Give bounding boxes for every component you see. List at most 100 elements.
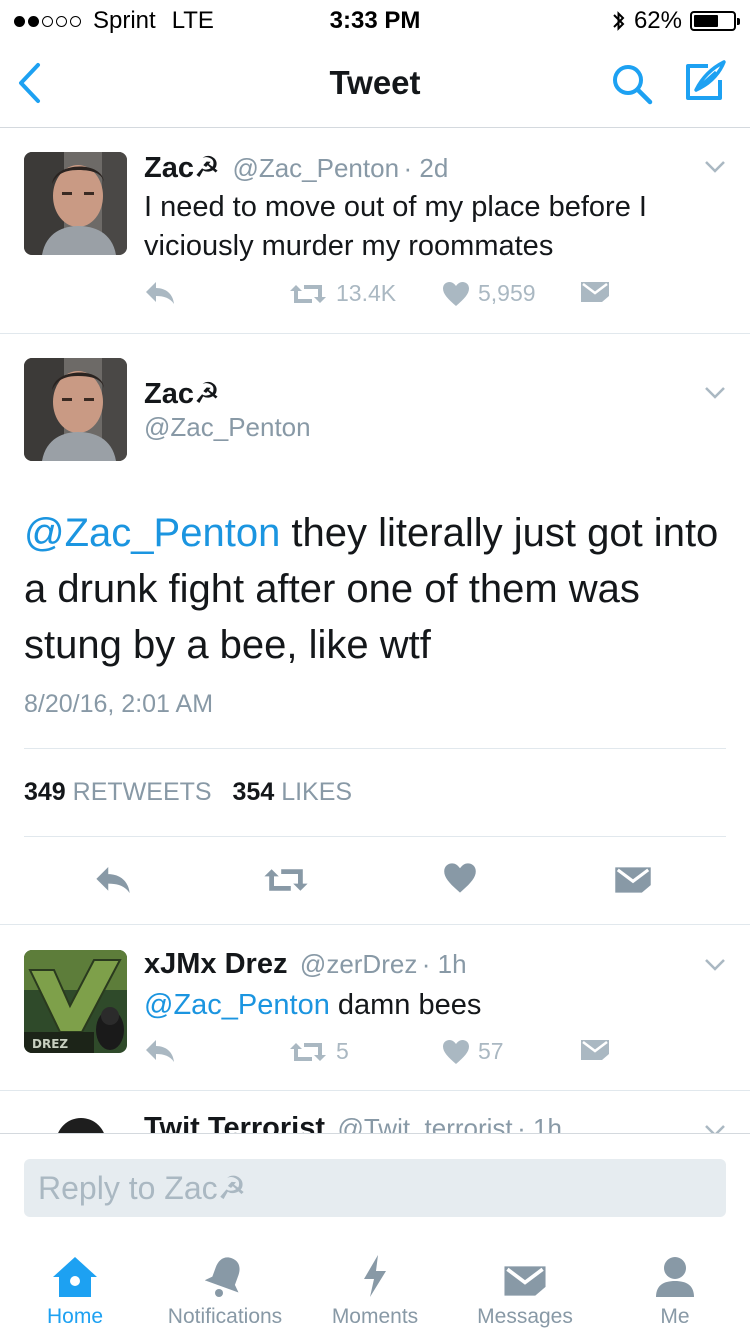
tweet-age: · 1h	[421, 949, 467, 979]
reply-button[interactable]	[144, 1038, 176, 1064]
author-name[interactable]: Twit Terrorist	[144, 1112, 325, 1133]
tweet-reply[interactable]: DREZ xJMx Drez @zerDrez · 1h @Zac_Penton…	[0, 948, 750, 1090]
chevron-down-icon[interactable]	[704, 1124, 726, 1133]
like-count: 57	[478, 1038, 504, 1064]
divider	[24, 748, 726, 749]
tweet-header: xJMx Drez @zerDrez · 1h	[144, 948, 467, 981]
tab-label: Home	[46, 1305, 104, 1328]
chevron-down-icon[interactable]	[704, 160, 726, 174]
retweet-icon	[290, 1042, 326, 1061]
bell-icon	[205, 1257, 240, 1297]
direct-message-button[interactable]	[580, 1038, 610, 1062]
avatar[interactable]: DREZ	[24, 950, 127, 1053]
reply-icon[interactable]	[94, 864, 132, 896]
direct-message-button[interactable]	[580, 280, 610, 304]
retweet-icon	[290, 284, 326, 303]
reply-input[interactable]	[24, 1159, 726, 1217]
search-icon[interactable]	[610, 62, 654, 106]
divider	[0, 1090, 750, 1091]
retweet-count: 13.4K	[336, 280, 397, 306]
divider	[24, 836, 726, 837]
tweet-reply-partial[interactable]: Twit Terrorist @Twit_terrorist · 1h	[0, 1108, 750, 1133]
envelope-icon[interactable]	[614, 864, 652, 896]
retweet-button[interactable]: 13.4K	[288, 280, 396, 307]
likes-count: 354	[232, 778, 275, 806]
reply-icon	[146, 282, 174, 304]
reply-icon	[146, 1040, 174, 1062]
home-icon	[53, 1257, 97, 1297]
reply-bar	[0, 1133, 750, 1233]
tweet-detail-actions	[0, 858, 750, 902]
battery-percent: 62%	[633, 7, 682, 34]
divider	[0, 924, 750, 925]
avatar-photo-icon	[24, 358, 127, 461]
tab-me[interactable]: Me	[600, 1251, 750, 1329]
tweet-actions: 5 57	[144, 1038, 644, 1072]
divider	[0, 333, 750, 334]
heart-icon	[443, 281, 469, 306]
author-name[interactable]: Zac☭	[144, 376, 220, 411]
lightning-icon	[364, 1255, 386, 1297]
avatar[interactable]	[56, 1118, 106, 1133]
tweet-detail-header: Zac☭ @Zac_Penton	[0, 356, 750, 461]
heart-icon[interactable]	[443, 862, 477, 894]
heart-icon	[443, 1039, 469, 1064]
retweets-label: RETWEETS	[72, 778, 212, 806]
person-icon	[656, 1257, 694, 1297]
nav-bar: Tweet	[0, 40, 750, 128]
chevron-down-icon[interactable]	[704, 386, 726, 400]
retweet-icon[interactable]	[262, 864, 310, 896]
tab-messages[interactable]: Messages	[450, 1251, 600, 1329]
tab-label: Moments	[331, 1305, 419, 1328]
retweet-button[interactable]: 5	[288, 1038, 349, 1065]
retweet-count: 5	[336, 1038, 349, 1064]
tweet-actions: 13.4K 5,959	[144, 280, 644, 314]
tweet-detail-text: @Zac_Penton they literally just got into…	[24, 505, 724, 673]
avatar[interactable]	[24, 358, 127, 461]
tab-label: Me	[660, 1305, 690, 1328]
author-handle[interactable]: @zerDrez	[300, 949, 417, 979]
mention-link[interactable]: @Zac_Penton	[144, 989, 330, 1021]
tweet-timestamp: 8/20/16, 2:01 AM	[24, 690, 214, 718]
envelope-icon	[504, 1266, 546, 1296]
like-button[interactable]: 57	[442, 1038, 504, 1065]
avatar-photo-icon	[24, 152, 127, 255]
like-count: 5,959	[478, 280, 536, 306]
mention-link[interactable]: @Zac_Penton	[24, 511, 280, 555]
tweet-header: Twit Terrorist @Twit_terrorist · 1h	[144, 1112, 562, 1133]
retweets-stat[interactable]: 349 RETWEETS	[24, 778, 212, 806]
tab-label: Messages	[477, 1305, 573, 1328]
tab-moments[interactable]: Moments	[300, 1251, 450, 1329]
status-right: 62%	[612, 7, 740, 35]
chevron-down-icon[interactable]	[704, 958, 726, 972]
envelope-icon	[581, 1040, 609, 1060]
author-handle[interactable]: @Zac_Penton	[144, 412, 311, 443]
tweet-age: · 2d	[403, 153, 449, 183]
author-handle[interactable]: @Zac_Penton	[232, 153, 399, 183]
tweet-age: · 1h	[517, 1113, 562, 1133]
reply-button[interactable]	[144, 280, 176, 306]
author-name[interactable]: Zac☭	[144, 152, 220, 184]
tweet-stats: 349 RETWEETS 354 LIKES	[24, 778, 352, 807]
likes-stat[interactable]: 354 LIKES	[233, 778, 353, 806]
svg-text:DREZ: DREZ	[32, 1037, 68, 1051]
like-button[interactable]: 5,959	[442, 280, 536, 307]
avatar[interactable]	[24, 152, 127, 255]
tweet-header: Zac☭ @Zac_Penton · 2d	[144, 150, 448, 185]
battery-icon	[690, 11, 740, 31]
tab-bar: Home Notifications Moments Messages Me	[0, 1233, 750, 1334]
author-handle[interactable]: @Twit_terrorist	[337, 1113, 512, 1133]
retweets-count: 349	[24, 778, 66, 806]
envelope-icon	[581, 282, 609, 302]
tweet-text: @Zac_Penton damn bees	[144, 986, 714, 1025]
tweet-body: damn bees	[329, 989, 482, 1021]
tweet-parent[interactable]: Zac☭ @Zac_Penton · 2d I need to move out…	[0, 150, 750, 334]
likes-label: LIKES	[281, 778, 353, 806]
tab-home[interactable]: Home	[0, 1251, 150, 1329]
compose-tweet-icon[interactable]	[682, 58, 728, 104]
author-name[interactable]: xJMx Drez	[144, 948, 287, 980]
bluetooth-icon	[613, 11, 625, 31]
status-bar: Sprint LTE 3:33 PM 62%	[0, 0, 750, 40]
tab-label: Notifications	[167, 1305, 283, 1328]
tab-notifications[interactable]: Notifications	[150, 1251, 300, 1329]
